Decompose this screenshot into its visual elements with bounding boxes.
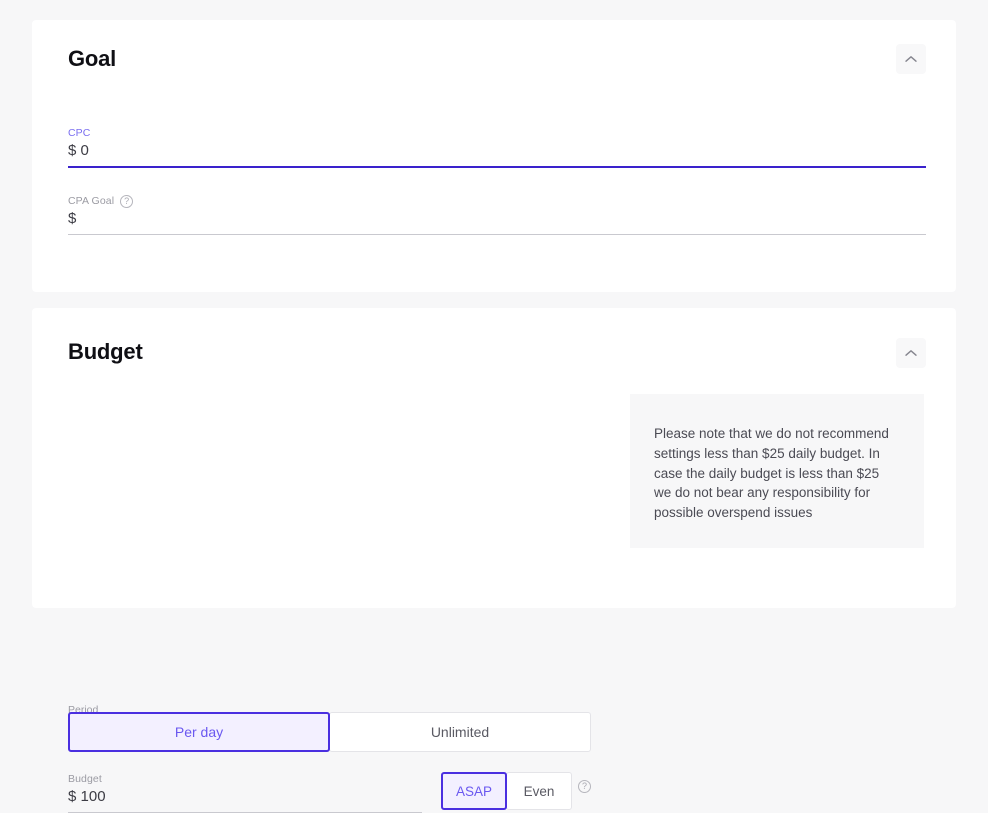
cpc-field[interactable]: CPC $ 0	[68, 127, 926, 168]
budget-notice-panel: Please note that we do not recommend set…	[630, 394, 924, 548]
period-option-unlimited[interactable]: Unlimited	[329, 712, 591, 752]
budget-collapse-button[interactable]	[896, 338, 926, 368]
cpa-goal-field-underline	[68, 234, 926, 235]
chevron-up-icon	[905, 55, 917, 63]
budget-card: Budget Period Per day Unlimited Budget $…	[32, 308, 956, 813]
cpa-goal-field-value[interactable]: $	[68, 209, 926, 234]
budget-amount-value[interactable]: $ 100	[68, 787, 422, 812]
budget-notice-text: Please note that we do not recommend set…	[654, 426, 889, 521]
budget-amount-field[interactable]: Budget $ 100	[68, 773, 422, 813]
cpc-field-value[interactable]: $ 0	[68, 141, 926, 166]
pacing-option-even[interactable]: Even	[506, 772, 572, 810]
help-circle-icon[interactable]: ?	[578, 780, 591, 793]
goal-collapse-button[interactable]	[896, 44, 926, 74]
chevron-up-icon	[905, 349, 917, 357]
goal-card: Goal CPC $ 0 CPA Goal ? $	[32, 20, 956, 292]
cpc-field-underline	[68, 166, 926, 168]
pacing-option-asap[interactable]: ASAP	[441, 772, 507, 810]
period-option-per-day[interactable]: Per day	[68, 712, 330, 752]
cpa-goal-label-row: CPA Goal ?	[68, 195, 926, 208]
cpa-goal-field-label: CPA Goal	[68, 195, 115, 207]
pacing-segmented-control: ASAP Even	[441, 772, 572, 810]
cpc-field-label: CPC	[68, 127, 91, 139]
budget-amount-label: Budget	[68, 773, 102, 785]
help-circle-icon[interactable]: ?	[120, 195, 134, 208]
period-segmented-control: Per day Unlimited	[68, 712, 591, 752]
budget-section-title: Budget	[68, 339, 143, 364]
cpa-goal-field[interactable]: CPA Goal ? $	[68, 195, 926, 235]
goal-section-title: Goal	[68, 46, 117, 71]
